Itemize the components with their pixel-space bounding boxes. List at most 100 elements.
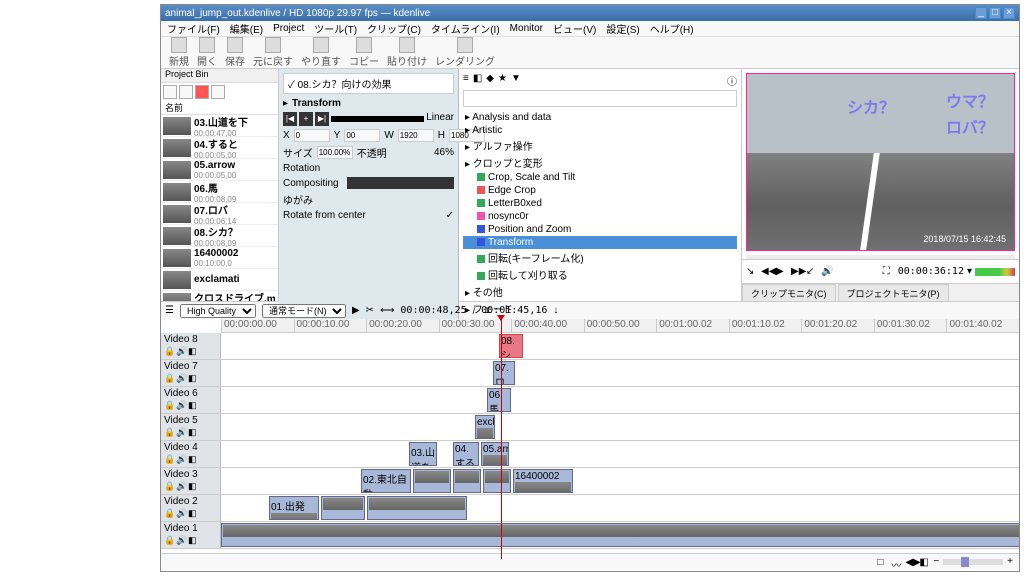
toolbar-レンダリング[interactable]: レンダリング [433,37,497,68]
toolbar-貼り付け[interactable]: 貼り付け [385,37,429,68]
fx-fav-icon[interactable]: ◧ [473,73,482,88]
fx-main-icon[interactable]: ≡ [463,73,469,88]
track-header[interactable]: Video 2🔒🔊◧ [161,495,221,521]
menu-item[interactable]: 設定(S) [606,21,639,36]
timeline-clip[interactable] [221,523,1019,547]
hide-icon[interactable]: ◧ [188,481,198,491]
fx-info-icon[interactable]: ⓘ [727,73,737,88]
tree-group[interactable]: ▸ Artistic [463,124,737,137]
menu-item[interactable]: タイムライン(I) [431,21,500,36]
track-header[interactable]: Video 7🔒🔊◧ [161,360,221,386]
tree-group[interactable]: ▸ アルファ操作 [463,137,737,154]
mute-icon[interactable]: 🔊 [176,454,186,464]
mon-in-icon[interactable]: ↘ [746,266,758,278]
hide-icon[interactable]: ◧ [188,427,198,437]
mon-ffw-icon[interactable]: ▶▶ [791,266,803,278]
bin-item[interactable]: 07.ロバ00:00:06,14 [161,203,278,225]
menu-item[interactable]: 編集(E) [230,21,263,36]
size-input[interactable] [317,146,353,159]
timeline-clip[interactable] [413,469,451,493]
menu-item[interactable]: ツール(T) [314,21,357,36]
lock-icon[interactable]: 🔒 [164,346,174,356]
tl-play-icon[interactable]: ▶ [352,305,360,316]
lock-icon[interactable]: 🔒 [164,400,174,410]
tl-cut-icon[interactable]: ✂ [366,305,374,316]
toolbar-コピー[interactable]: コピー [347,37,381,68]
hide-icon[interactable]: ◧ [188,373,198,383]
lock-icon[interactable]: 🔒 [164,454,174,464]
hide-icon[interactable]: ◧ [188,454,198,464]
playhead[interactable] [501,319,502,559]
timeline-clip[interactable] [321,496,365,520]
quality-select[interactable]: High Quality [180,304,256,318]
close-icon[interactable]: × [1003,7,1015,19]
timeline-clip[interactable]: 04.すると [453,442,479,466]
tl-thumb-icon[interactable]: □ [877,557,887,567]
mute-icon[interactable]: 🔊 [176,481,186,491]
kf-add-icon[interactable]: + [299,112,313,126]
mute-icon[interactable]: 🔊 [176,373,186,383]
tree-item[interactable]: Transform [463,236,737,249]
kf-prev-icon[interactable]: |◀ [283,112,297,126]
mute-icon[interactable]: 🔊 [176,508,186,518]
tree-group[interactable]: ▸ Analysis and data [463,111,737,124]
bin-item[interactable]: 04.すると00:00:05,00 [161,137,278,159]
toolbar-やり直す[interactable]: やり直す [299,37,343,68]
name-column[interactable]: 名前 [161,101,278,115]
fx-custom-icon[interactable]: ▼ [511,73,521,88]
delete-icon[interactable] [195,85,209,99]
hide-icon[interactable]: ◧ [188,346,198,356]
hide-icon[interactable]: ◧ [188,508,198,518]
mute-icon[interactable]: 🔊 [176,400,186,410]
toolbar-開く[interactable]: 開く [195,37,219,68]
timeline-clip[interactable]: 08.シカ? [499,334,523,358]
timeline-ruler[interactable]: 00:00:00.0000:00:10.0000:00:20.0000:00:3… [221,319,1019,333]
lock-icon[interactable]: 🔒 [164,427,174,437]
fx-video-icon[interactable]: ◆ [486,73,494,88]
menu-item[interactable]: Monitor [510,23,543,34]
menu-item[interactable]: クリップ(C) [367,21,421,36]
tree-group[interactable]: ▸ クロップと変形 [463,154,737,171]
add-folder-icon[interactable] [179,85,193,99]
timeline-clip[interactable]: 06.馬 [487,388,511,412]
x-input[interactable] [294,129,330,142]
tl-snap-icon[interactable]: ◀▶ [905,557,915,567]
hide-icon[interactable]: ◧ [188,400,198,410]
timeline-clip[interactable]: 01.出発 [269,496,319,520]
timeline-clip[interactable]: 07.ロバ [493,361,515,385]
tl-wave-icon[interactable]: 〰 [891,557,901,567]
zoom-slider[interactable] [943,559,1003,565]
mon-out-icon[interactable]: ↙ [806,266,818,278]
tree-item[interactable]: 回転(キーフレーム化) [463,249,737,266]
w-input[interactable] [398,129,434,142]
timeline-clip[interactable] [483,469,511,493]
bin-item[interactable]: 03.山道を下00:00:47,00 [161,115,278,137]
menu-item[interactable]: ヘルプ(H) [650,21,694,36]
monitor-canvas[interactable]: シカ？ ウマ？ ロバ？ 2018/07/15 16:42:45 [746,73,1015,251]
tree-item[interactable]: Position and Zoom [463,223,737,236]
tree-item[interactable]: LetterB0xed [463,197,737,210]
tree-item[interactable]: 回転して刈り取る [463,266,737,283]
track-lane[interactable]: 06.馬 [221,387,1019,413]
track-lane[interactable]: 01.出発 [221,495,1019,521]
lock-icon[interactable]: 🔒 [164,535,174,545]
titlebar[interactable]: animal_jump_out.kdenlive / HD 1080p 29.9… [161,5,1019,21]
mute-icon[interactable]: 🔊 [176,427,186,437]
track-lane[interactable] [221,522,1019,548]
track-header[interactable]: Video 5🔒🔊◧ [161,414,221,440]
mute-icon[interactable]: 🔊 [176,535,186,545]
track-header[interactable]: Video 8🔒🔊◧ [161,333,221,359]
effect-search[interactable] [463,90,737,107]
track-header[interactable]: Video 6🔒🔊◧ [161,387,221,413]
timeline-tracks[interactable]: Video 8🔒🔊◧ 08.シカ? Video 7🔒🔊◧ 07.ロバ Video 6🔒🔊… [161,333,1019,553]
tree-item[interactable]: Edge Crop [463,184,737,197]
tab-clip-monitor[interactable]: クリップモニタ(C) [742,284,836,301]
tree-item[interactable]: Crop, Scale and Tilt [463,171,737,184]
track-lane[interactable]: 02.東北自動16400002 [221,468,1019,494]
fx-audio-icon[interactable]: ★ [498,73,507,88]
add-clip-icon[interactable] [163,85,177,99]
lock-icon[interactable]: 🔒 [164,481,174,491]
monitor-timecode[interactable]: 00:00:36:12 [898,266,964,277]
y-input[interactable] [344,129,380,142]
mute-icon[interactable]: 🔊 [176,346,186,356]
